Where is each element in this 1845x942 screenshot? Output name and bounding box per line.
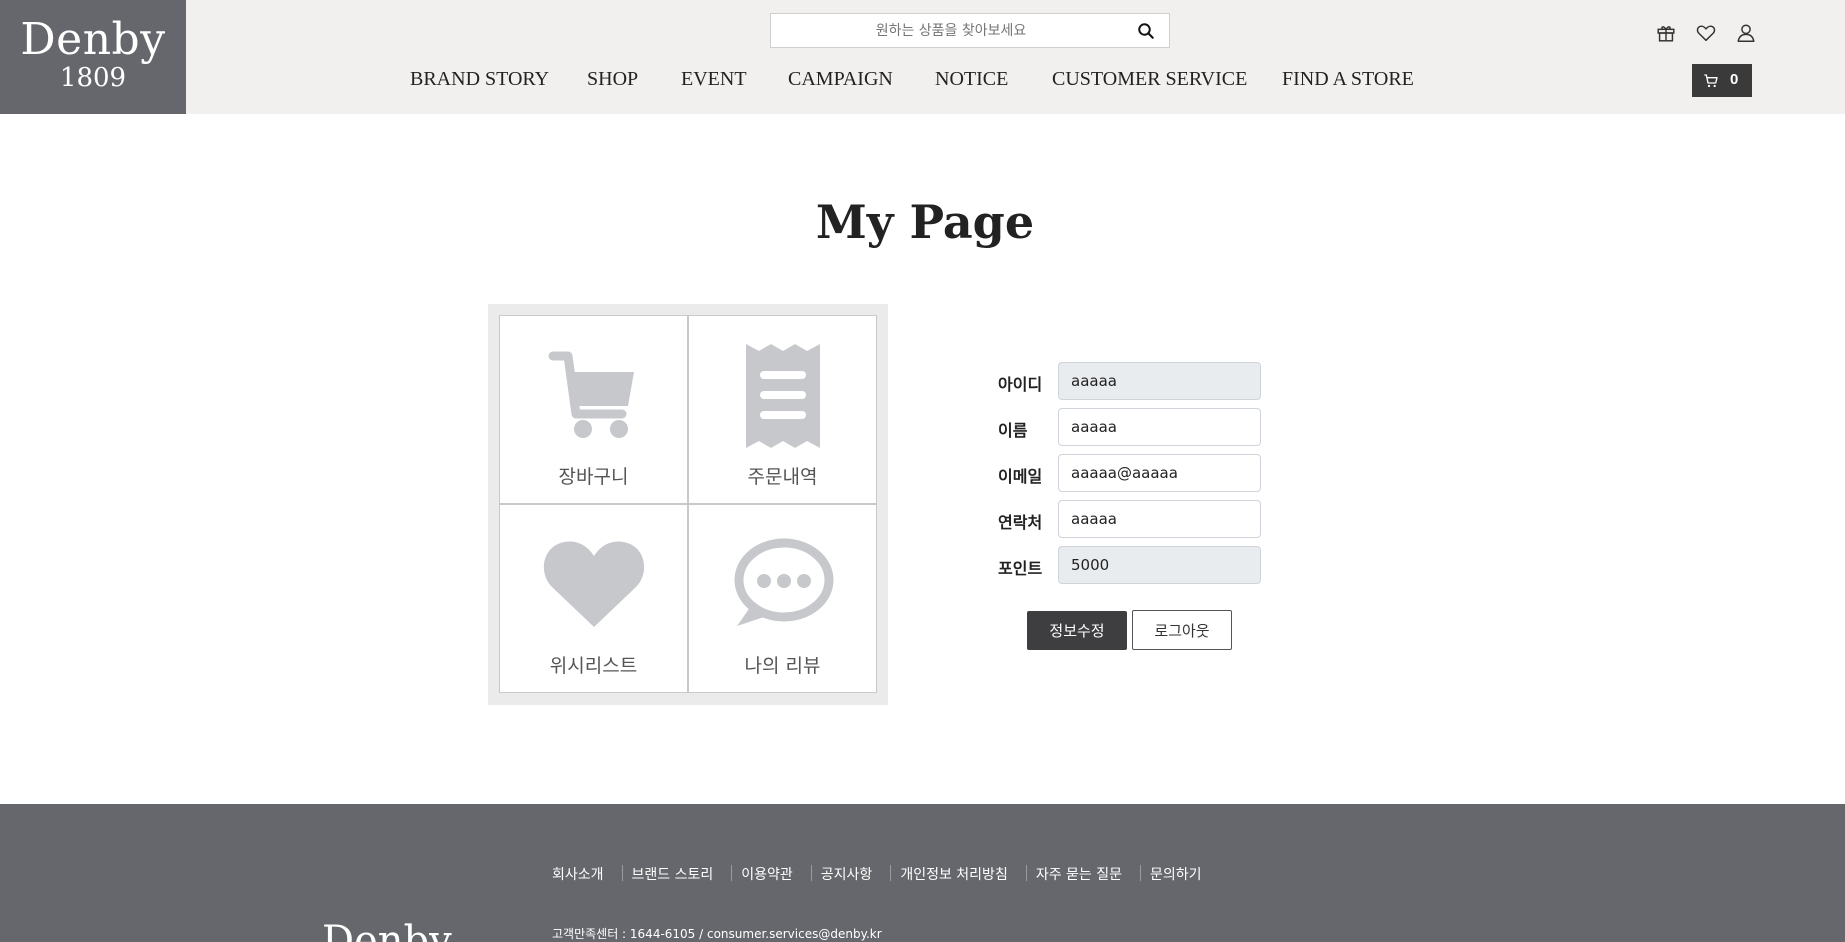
tile-cart[interactable]: 장바구니 — [499, 315, 688, 504]
footer-link-terms[interactable]: 이용약관 — [741, 867, 793, 883]
search-box — [770, 13, 1170, 48]
tile-orders-label: 주문내역 — [747, 466, 818, 488]
field-email: 이메일 — [996, 454, 1262, 492]
gift-icon[interactable] — [1655, 22, 1677, 44]
footer-logo: Denby — [322, 918, 452, 942]
footer-link-company[interactable]: 회사소개 — [552, 867, 604, 883]
nav-brand-story[interactable]: BRAND STORY — [410, 68, 549, 91]
footer-divider — [890, 865, 892, 881]
search-icon[interactable] — [1137, 22, 1155, 40]
heart-icon[interactable] — [1695, 22, 1717, 44]
brand-name: Denby — [20, 14, 166, 65]
field-id-label: 아이디 — [998, 375, 1043, 394]
phone-field[interactable] — [1058, 500, 1261, 538]
footer-links: 회사소개 브랜드 스토리 이용약관 공지사항 개인정보 처리방침 자주 묻는 질문 문의하기 — [552, 864, 1202, 884]
footer-link-faq[interactable]: 자주 묻는 질문 — [1036, 867, 1122, 883]
footer-divider — [621, 865, 623, 881]
receipt-icon — [745, 344, 820, 448]
field-name: 이름 — [996, 408, 1262, 446]
tile-reviews-label: 나의 리뷰 — [744, 655, 821, 677]
field-points-label: 포인트 — [998, 559, 1043, 578]
footer-divider — [1140, 865, 1142, 881]
tile-orders[interactable]: 주문내역 — [688, 315, 877, 504]
tile-reviews[interactable]: 나의 리뷰 — [688, 504, 877, 693]
nav-campaign[interactable]: CAMPAIGN — [788, 68, 893, 91]
footer-link-privacy[interactable]: 개인정보 처리방침 — [900, 867, 1008, 883]
field-phone-label: 연락처 — [998, 513, 1043, 532]
field-email-label: 이메일 — [998, 467, 1043, 486]
field-points: 포인트 — [996, 546, 1262, 584]
nav-find-a-store[interactable]: FIND A STORE — [1282, 68, 1414, 91]
logout-button[interactable]: 로그아웃 — [1132, 610, 1232, 650]
email-field[interactable] — [1058, 454, 1261, 492]
user-icon[interactable] — [1735, 22, 1757, 44]
footer-link-notice[interactable]: 공지사항 — [821, 867, 873, 883]
chat-icon — [734, 538, 833, 626]
tile-cart-label: 장바구니 — [558, 466, 629, 488]
header-icons — [1650, 22, 1755, 44]
id-field[interactable] — [1058, 362, 1261, 400]
field-id: 아이디 — [996, 362, 1262, 400]
search-input[interactable] — [771, 14, 1131, 47]
site-header: Denby 1809 0 BRAND ST — [0, 0, 1845, 114]
field-phone: 연락처 — [996, 500, 1262, 538]
site-footer: 회사소개 브랜드 스토리 이용약관 공지사항 개인정보 처리방침 자주 묻는 질문 문의하기… — [0, 804, 1845, 942]
edit-info-button[interactable]: 정보수정 — [1027, 611, 1127, 650]
field-name-label: 이름 — [998, 421, 1028, 440]
footer-divider — [731, 865, 733, 881]
nav-event[interactable]: EVENT — [681, 68, 747, 91]
footer-link-contact[interactable]: 문의하기 — [1150, 867, 1202, 883]
footer-divider — [1025, 865, 1027, 881]
brand-logo[interactable]: Denby 1809 — [0, 0, 186, 114]
footer-divider — [810, 865, 812, 881]
tile-wishlist[interactable]: 위시리스트 — [499, 504, 688, 693]
nav-notice[interactable]: NOTICE — [935, 68, 1008, 91]
footer-link-brand-story[interactable]: 브랜드 스토리 — [632, 867, 714, 883]
nav-shop[interactable]: SHOP — [587, 68, 638, 91]
tile-wishlist-label: 위시리스트 — [549, 655, 638, 677]
mypage-menu-grid: 장바구니 주문내역 위시리스트 나의 리뷰 — [488, 304, 888, 705]
main-nav: BRAND STORY SHOP EVENT CAMPAIGN NOTICE C… — [0, 68, 1845, 94]
cart-icon — [548, 351, 634, 438]
name-field[interactable] — [1058, 408, 1261, 446]
page-title: My Page — [815, 195, 1035, 249]
points-field[interactable] — [1058, 546, 1261, 584]
footer-contact: 고객만족센터 : 1644-6105 / consumer.services@d… — [552, 927, 882, 941]
nav-customer-service[interactable]: CUSTOMER SERVICE — [1052, 68, 1247, 91]
heart-icon — [543, 541, 644, 627]
